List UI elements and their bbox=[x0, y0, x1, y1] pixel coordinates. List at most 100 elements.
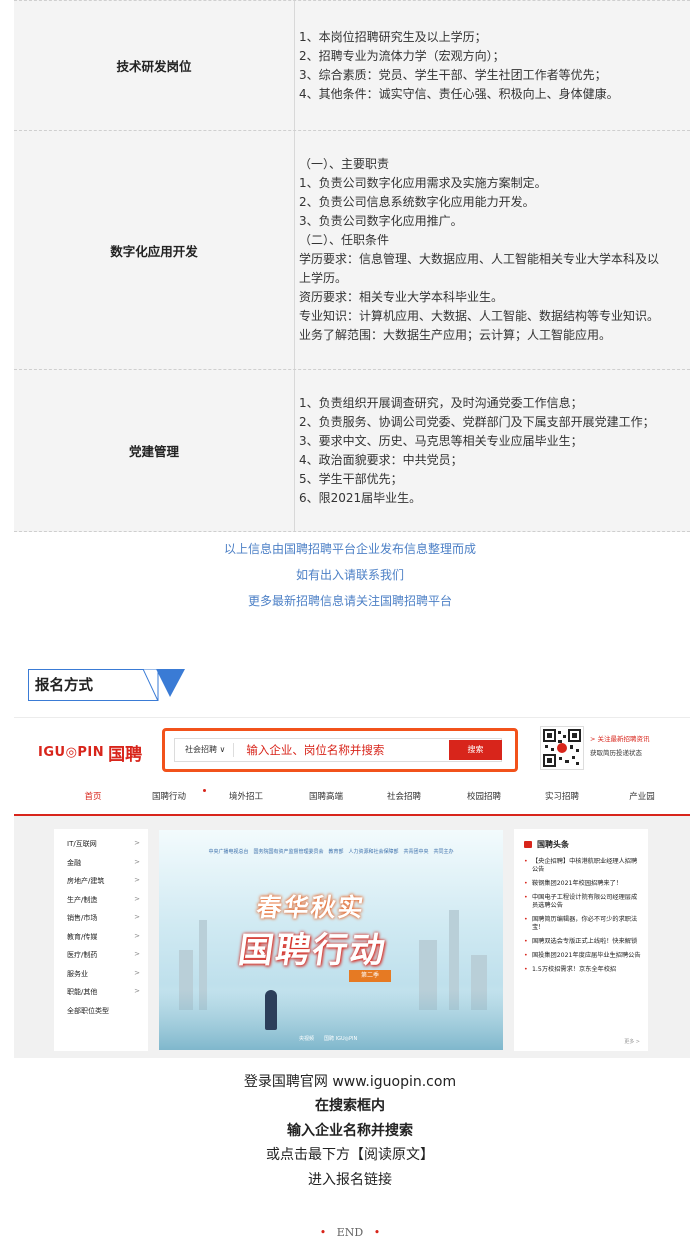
qr-line2: 获取简历投递状态 bbox=[590, 749, 642, 757]
nav-campus[interactable]: 校园招聘 bbox=[454, 790, 514, 814]
job-description: （一）、主要职责 1、负责公司数字化应用需求及实施方案制定。 2、负责公司信息系… bbox=[294, 131, 690, 369]
category-item[interactable]: 房地产/建筑 > bbox=[67, 876, 148, 895]
news-item[interactable]: 中国电子工程设计院有限公司经理层成员选聘公告 bbox=[524, 894, 642, 910]
logo-text: IGU◎PIN bbox=[38, 745, 105, 760]
site-logo[interactable]: IGU◎PIN 国聘 bbox=[38, 740, 142, 765]
chevron-right-icon: > bbox=[134, 839, 140, 847]
desc-line: 2、负责服务、协调公司党委、党群部门及下属支部开展党建工作； bbox=[299, 414, 655, 429]
news-list: 【央企招聘】中核港航职业经理人招聘公告 鞍钢集团2021年校园招聘来了！ 中国电… bbox=[524, 858, 642, 974]
news-item[interactable]: 鞍钢集团2021年校园招聘来了！ bbox=[524, 880, 642, 888]
chevron-right-icon: > bbox=[134, 931, 140, 940]
search-type-select[interactable]: 社会招聘 ∨ bbox=[175, 743, 235, 757]
nav-label: 国聘行动 bbox=[151, 792, 186, 802]
end-text: END bbox=[336, 1226, 364, 1239]
section-title: 报名方式 bbox=[35, 678, 93, 694]
desc-line: 学历要求：信息管理、大数据应用、人工智能相关专业大学本科及以 bbox=[299, 252, 660, 266]
job-name: 数字化应用开发 bbox=[110, 243, 198, 259]
job-row: 数字化应用开发 （一）、主要职责 1、负责公司数字化应用需求及实施方案制定。 2… bbox=[14, 131, 690, 370]
chevron-right-icon: > bbox=[134, 968, 140, 977]
news-item[interactable]: 1.5万校招需求！京东全年校招 bbox=[524, 966, 642, 974]
site-header: IGU◎PIN 国聘 社会招聘 ∨ 输入企业、岗位名称并搜索 搜索 > 关注最新… bbox=[14, 717, 690, 816]
desc-line: 4、其他条件：诚实守信、责任心强、积极向上、身体健康。 bbox=[299, 86, 619, 101]
nav-social[interactable]: 社会招聘 bbox=[374, 790, 434, 814]
dot-icon: • bbox=[373, 1226, 381, 1239]
news-more-link[interactable]: 更多 > bbox=[624, 1038, 640, 1045]
category-item[interactable]: 职能/其他 > bbox=[67, 987, 148, 1006]
job-row: 党建管理 1、负责组织开展调查研究，及时沟通党委工作信息； 2、负责服务、协调公… bbox=[14, 370, 690, 532]
nav-high-end[interactable]: 国聘高端 bbox=[296, 790, 356, 814]
dot-icon: • bbox=[319, 1226, 327, 1239]
category-item[interactable]: 销售/市场 > bbox=[67, 913, 148, 932]
chevron-right-icon: > bbox=[134, 857, 140, 866]
desc-line: 1、本岗位招聘研究生及以上学历； bbox=[299, 29, 487, 44]
category-item[interactable]: 全部职位类型 bbox=[67, 1006, 148, 1025]
nav-home[interactable]: 首页 bbox=[58, 790, 128, 814]
desc-line: 3、综合素质：党员、学生干部、学生社团工作者等优先； bbox=[299, 67, 607, 82]
job-name: 技术研发岗位 bbox=[116, 59, 192, 74]
category-item[interactable]: 教育/传媒 > bbox=[67, 932, 148, 951]
nav-intern[interactable]: 实习招聘 bbox=[532, 790, 592, 814]
instruction-line: 在搜索框内 bbox=[315, 1098, 385, 1115]
desc-line: 3、负责公司数字化应用推广。 bbox=[299, 214, 463, 228]
category-menu: IT/互联网 > 金融 > 房地产/建筑 > 生产/制造 > 销售/市场 > 教育/传媒 >… bbox=[54, 829, 148, 1051]
note-line: 如有出入请联系我们 bbox=[295, 568, 404, 582]
desc-line: 2、负责公司信息系统数字化应用能力开发。 bbox=[299, 195, 535, 209]
job-description: 1、本岗位招聘研究生及以上学历； 2、招聘专业为流体力学（宏观方向）； 3、综合… bbox=[294, 1, 690, 130]
instruction-line: 或点击最下方【阅读原文】 bbox=[266, 1147, 434, 1164]
chevron-right-icon: > bbox=[134, 876, 140, 884]
message-icon bbox=[524, 841, 532, 848]
banner-organizers: 中央广播电视总台 国务院国有资产监督管理委员会 教育部 人力资源和社会保障部 共… bbox=[208, 849, 454, 855]
nav-overseas[interactable]: 境外招工 bbox=[216, 790, 276, 814]
banner-footer: 央视频 国聘 IGU◎PIN bbox=[299, 1036, 358, 1042]
desc-line: 1、负责组织开展调查研究，及时沟通党委工作信息； bbox=[299, 395, 583, 410]
desc-line: 1、负责公司数字化应用需求及实施方案制定。 bbox=[299, 176, 547, 190]
desc-line: （二）、任职条件 bbox=[299, 233, 390, 247]
person-figure bbox=[265, 990, 277, 1030]
chevron-right-icon: > bbox=[134, 894, 140, 903]
desc-line: 上学历。 bbox=[299, 271, 348, 285]
chevron-right-icon: > bbox=[134, 950, 140, 958]
nav-industrial-park[interactable]: 产业园 bbox=[612, 790, 672, 814]
qr-line1[interactable]: > 关注最新招聘资讯 bbox=[590, 732, 650, 746]
category-item[interactable]: IT/互联网 > bbox=[67, 839, 148, 858]
site-screenshot: IGU◎PIN 国聘 社会招聘 ∨ 输入企业、岗位名称并搜索 搜索 > 关注最新… bbox=[14, 717, 690, 1058]
source-notes: 以上信息由国聘招聘平台企业发布信息整理而成 如有出入请联系我们 更多最新招聘信息… bbox=[0, 536, 700, 614]
desc-line: 5、学生干部优先； bbox=[299, 471, 403, 486]
instruction-line: 进入报名链接 bbox=[308, 1171, 392, 1188]
instruction-line: 登录国聘官网 www.iguopin.com bbox=[243, 1074, 457, 1090]
desc-line: 业务了解范围：大数据生产应用；云计算；人工智能应用。 bbox=[299, 328, 612, 342]
desc-line: （一）、主要职责 bbox=[299, 157, 390, 171]
site-nav: 首页 国聘行动 境外招工 国聘高端 社会招聘 校园招聘 实习招聘 产业园 bbox=[14, 789, 690, 816]
job-table: 技术研发岗位 1、本岗位招聘研究生及以上学历； 2、招聘专业为流体力学（宏观方向… bbox=[14, 0, 690, 532]
job-description: 1、负责组织开展调查研究，及时沟通党委工作信息； 2、负责服务、协调公司党委、党… bbox=[294, 370, 690, 531]
desc-line: 专业知识：计算机应用、大数据、人工智能、数据结构等专业知识。 bbox=[299, 309, 660, 323]
new-dot-icon bbox=[203, 789, 206, 792]
search-button[interactable]: 搜索 bbox=[449, 740, 502, 760]
desc-line: 资历要求：相关专业大学本科毕业生。 bbox=[299, 290, 504, 304]
note-line: 更多最新招聘信息请关注国聘招聘平台 bbox=[247, 594, 452, 608]
category-item[interactable]: 服务业 > bbox=[67, 969, 148, 988]
news-item[interactable]: 【央企招聘】中核港航职业经理人招聘公告 bbox=[524, 858, 642, 874]
category-item[interactable]: 生产/制造 > bbox=[67, 895, 148, 914]
category-item[interactable]: 医疗/制药 > bbox=[67, 950, 148, 969]
news-title: 国聘头条 bbox=[524, 839, 642, 850]
category-item[interactable]: 金融 > bbox=[67, 858, 148, 877]
desc-line: 2、招聘专业为流体力学（宏观方向）； bbox=[299, 48, 505, 63]
section-header: 报名方式 bbox=[28, 669, 188, 701]
nav-guopin-action[interactable]: 国聘行动 bbox=[136, 789, 206, 814]
chevron-right-icon: > bbox=[134, 987, 140, 995]
note-line: 以上信息由国聘招聘平台企业发布信息整理而成 bbox=[223, 542, 476, 556]
news-item[interactable]: 国聘简历编辑器，你必不可少的求职法宝！ bbox=[524, 916, 642, 932]
news-item[interactable]: 国投集团2021年度应届毕业生招聘公告 bbox=[524, 952, 642, 960]
news-panel: 国聘头条 【央企招聘】中核港航职业经理人招聘公告 鞍钢集团2021年校园招聘来了… bbox=[514, 829, 648, 1051]
logo-cn: 国聘 bbox=[108, 745, 143, 765]
banner-title1: 春华秋实 bbox=[254, 893, 367, 922]
promo-banner[interactable]: 中央广播电视总台 国务院国有资产监督管理委员会 教育部 人力资源和社会保障部 共… bbox=[159, 830, 503, 1050]
chevron-right-icon: > bbox=[134, 913, 140, 921]
news-item[interactable]: 国聘双选会专版正式上线啦！快来解锁 bbox=[524, 938, 642, 946]
desc-line: 6、限2021届毕业生。 bbox=[299, 490, 422, 505]
desc-line: 4、政治面貌要求：中共党员； bbox=[299, 452, 463, 467]
banner-title2: 国聘行动 bbox=[235, 931, 390, 971]
section-arrow-icon bbox=[143, 669, 185, 701]
signup-instructions: 登录国聘官网 www.iguopin.com 在搜索框内 输入企业名称并搜索 或… bbox=[0, 1070, 700, 1192]
